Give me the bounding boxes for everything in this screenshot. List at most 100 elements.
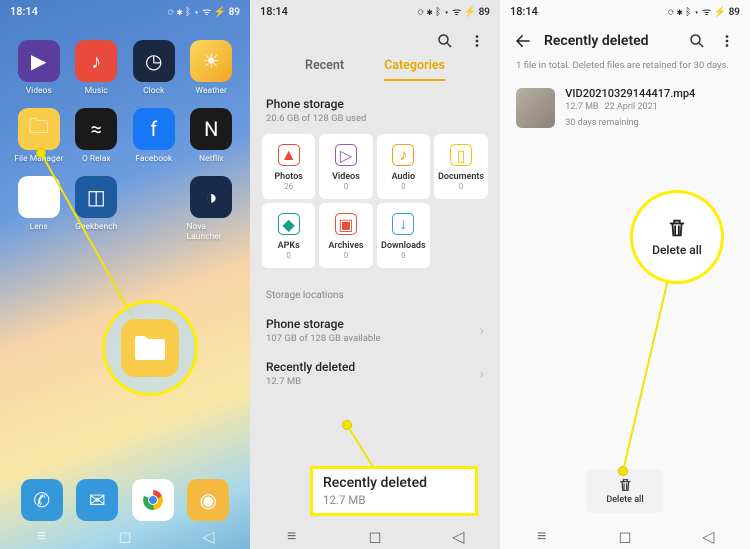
nav-back-icon[interactable]: ◁ xyxy=(699,527,717,545)
callout-delete-all: Delete all xyxy=(630,190,724,284)
status-bar: 18:14 ⟳ ✱ ᛒ ▾ ᯤ ⚡ 89 xyxy=(0,0,250,22)
nova-icon: ◑ xyxy=(190,176,232,218)
callout-recently-deleted: Recently deleted 12.7 MB xyxy=(310,466,478,516)
row-recently-deleted[interactable]: Recently deleted 12.7 MB › xyxy=(250,352,500,395)
weather-icon: ☀ xyxy=(190,40,232,82)
dock-messages-icon[interactable]: ✉ xyxy=(76,479,118,521)
app-nova-launcher[interactable]: ◑Nova Launcher xyxy=(187,176,237,242)
app-clock[interactable]: ◷Clock xyxy=(129,40,179,96)
storage-sub: 20.6 GB of 128 GB used xyxy=(250,113,500,134)
dock-phone-icon[interactable]: ✆ xyxy=(21,479,63,521)
dock-camera-icon[interactable]: ◉ xyxy=(187,479,229,521)
documents-icon: ▯ xyxy=(450,144,472,166)
status-time: 18:14 xyxy=(10,5,38,18)
status-bar: 18:14 ⟳ ✱ ᛒ ▾ ᯤ ⚡ 89 xyxy=(500,0,750,22)
app-weather[interactable]: ☀Weather xyxy=(187,40,237,96)
fm-tabs: Recent Categories xyxy=(250,54,500,89)
status-bar: 18:14 ⟳ ✱ ᛒ ▾ ᯤ ⚡ 89 xyxy=(250,0,500,22)
storage-locations-label: Storage locations xyxy=(250,276,500,309)
cat-audio[interactable]: ♪Audio0 xyxy=(377,134,430,199)
geekbench-icon: ◫ xyxy=(75,176,117,218)
app-lens[interactable]: ◎Lens xyxy=(14,176,64,242)
trash-icon xyxy=(666,217,688,239)
music-icon: ♪ xyxy=(75,40,117,82)
nav-bar: ≡ ◻ ◁ xyxy=(0,523,250,549)
nav-recents-icon[interactable]: ≡ xyxy=(533,527,551,545)
app-music[interactable]: ♪Music xyxy=(72,40,122,96)
search-icon[interactable] xyxy=(688,32,706,50)
row-phone-storage[interactable]: Phone storage 107 GB of 128 GB available… xyxy=(250,309,500,352)
status-icons: ⟳ ✱ ᛒ ▾ ᯤ ⚡ 89 xyxy=(168,4,240,18)
dock-chrome-icon[interactable] xyxy=(132,479,174,521)
item-date: 22 April 2021 xyxy=(605,102,658,112)
app-facebook[interactable]: fFacebook xyxy=(129,108,179,164)
app-videos[interactable]: ▶Videos xyxy=(14,40,64,96)
app-orelax[interactable]: ≈O Relax xyxy=(72,108,122,164)
audio-icon: ♪ xyxy=(392,144,414,166)
delete-all-button[interactable]: Delete all xyxy=(586,469,663,513)
chevron-right-icon: › xyxy=(480,366,484,382)
nav-home-icon[interactable]: ◻ xyxy=(616,527,634,545)
item-remaining: 30 days remaining xyxy=(565,118,638,128)
tab-recent[interactable]: Recent xyxy=(305,58,344,81)
phone-file-manager: 18:14 ⟳ ✱ ᛒ ▾ ᯤ ⚡ 89 Recent Categories P… xyxy=(250,0,500,549)
tab-categories[interactable]: Categories xyxy=(384,58,445,81)
callout-file-manager xyxy=(102,300,198,396)
folder-icon: 🗀 xyxy=(18,108,60,150)
nav-home-icon[interactable]: ◻ xyxy=(366,527,384,545)
nav-recents-icon[interactable]: ≡ xyxy=(283,527,301,545)
photos-icon: ▲ xyxy=(278,144,300,166)
home-grid: ▶Videos ♪Music ◷Clock ☀Weather 🗀File Man… xyxy=(0,22,250,242)
archives-icon: ▣ xyxy=(335,213,357,235)
item-name: VID20210329144417.mp4 xyxy=(565,87,734,100)
cat-apks[interactable]: ◆APKs0 xyxy=(262,203,315,268)
status-icons: ⟳ ✱ ᛒ ▾ ᯤ ⚡ 89 xyxy=(418,4,490,18)
videos-icon: ▷ xyxy=(335,144,357,166)
clock-icon: ◷ xyxy=(133,40,175,82)
nav-bar: ≡ ◻ ◁ xyxy=(250,523,500,549)
storage-title: Phone storage xyxy=(250,89,500,113)
downloads-icon: ↓ xyxy=(392,213,414,235)
app-netflix[interactable]: NNetflix xyxy=(187,108,237,164)
more-icon[interactable] xyxy=(468,32,486,50)
search-icon[interactable] xyxy=(436,32,454,50)
more-icon[interactable] xyxy=(718,32,736,50)
nav-bar: ≡ ◻ ◁ xyxy=(500,523,750,549)
category-grid: ▲Photos26 ▷Videos0 ♪Audio0 ▯Documents0 ◆… xyxy=(250,134,500,276)
play-icon: ▶ xyxy=(18,40,60,82)
nav-back-icon[interactable]: ◁ xyxy=(449,527,467,545)
phone-home-screen: 18:14 ⟳ ✱ ᛒ ▾ ᯤ ⚡ 89 ▶Videos ♪Music ◷Clo… xyxy=(0,0,250,549)
item-size: 12.7 MB xyxy=(565,102,598,112)
nav-recents-icon[interactable]: ≡ xyxy=(33,527,51,545)
page-title: Recently deleted xyxy=(544,33,649,49)
status-icons: ⟳ ✱ ᛒ ▾ ᯤ ⚡ 89 xyxy=(668,4,740,18)
netflix-icon: N xyxy=(190,108,232,150)
facebook-icon: f xyxy=(133,108,175,150)
wave-icon: ≈ xyxy=(75,108,117,150)
cat-archives[interactable]: ▣Archives0 xyxy=(319,203,372,268)
status-time: 18:14 xyxy=(510,5,538,18)
dock: ✆ ✉ ◉ xyxy=(0,479,250,521)
cat-documents[interactable]: ▯Documents0 xyxy=(434,134,488,199)
apks-icon: ◆ xyxy=(278,213,300,235)
app-geekbench[interactable]: ◫Geekbench xyxy=(72,176,122,242)
callout-dot xyxy=(618,466,628,476)
lens-icon: ◎ xyxy=(18,176,60,218)
callout-dot xyxy=(342,420,352,430)
nav-back-icon[interactable]: ◁ xyxy=(199,527,217,545)
trash-icon xyxy=(617,477,633,493)
cat-videos[interactable]: ▷Videos0 xyxy=(319,134,372,199)
callout-dot xyxy=(36,148,46,158)
info-text: 1 file in total. Deleted files are retai… xyxy=(500,56,750,83)
status-time: 18:14 xyxy=(260,5,288,18)
back-arrow-icon[interactable] xyxy=(514,32,532,50)
nav-home-icon[interactable]: ◻ xyxy=(116,527,134,545)
cat-downloads[interactable]: ↓Downloads0 xyxy=(377,203,430,268)
deleted-item[interactable]: VID20210329144417.mp4 12.7 MB 22 April 2… xyxy=(500,83,750,132)
chevron-right-icon: › xyxy=(480,323,484,339)
rd-header: Recently deleted xyxy=(500,22,750,56)
fm-header xyxy=(250,22,500,54)
video-thumbnail xyxy=(516,88,555,128)
cat-photos[interactable]: ▲Photos26 xyxy=(262,134,315,199)
phone-recently-deleted: 18:14 ⟳ ✱ ᛒ ▾ ᯤ ⚡ 89 Recently deleted 1 … xyxy=(500,0,750,549)
